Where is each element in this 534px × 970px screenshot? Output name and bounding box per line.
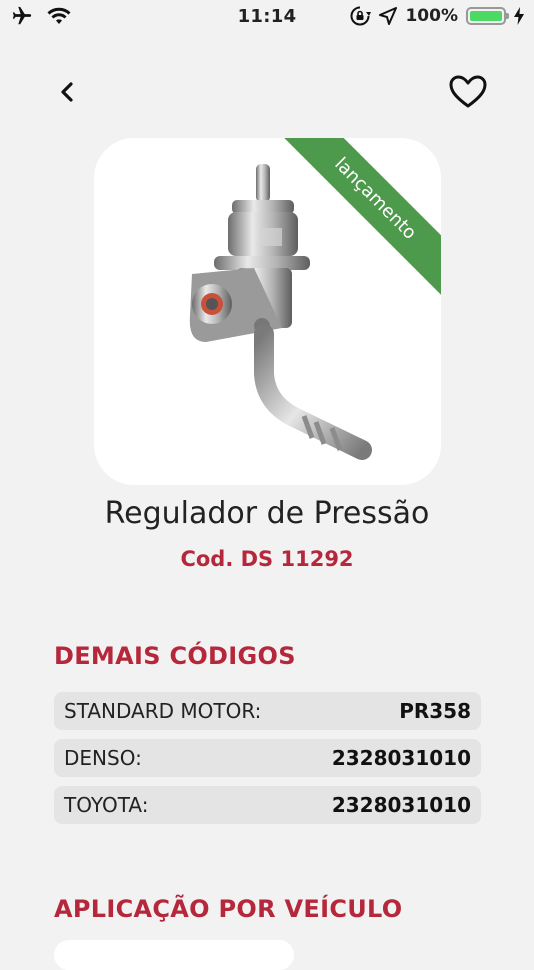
code-row-label: TOYOTA: [64, 793, 149, 817]
product-code: Cod. DS 11292 [180, 547, 354, 571]
chevron-left-icon [61, 82, 73, 102]
battery-percent: 100% [405, 6, 458, 26]
charging-icon [514, 7, 524, 25]
location-icon [379, 7, 398, 25]
code-row-denso: DENSO: 2328031010 [54, 739, 481, 777]
code-row-standard-motor: STANDARD MOTOR: PR358 [54, 692, 481, 730]
vehicle-application-title: APLICAÇÃO POR VEÍCULO [54, 895, 403, 923]
back-button[interactable] [52, 76, 84, 108]
other-codes-list: STANDARD MOTOR: PR358 DENSO: 2328031010 … [54, 692, 481, 833]
other-codes-title: DEMAIS CÓDIGOS [54, 642, 296, 670]
vehicle-application-card[interactable] [54, 940, 294, 970]
rotation-lock-icon [351, 6, 372, 26]
code-row-value: 2328031010 [331, 746, 471, 770]
status-right: 100% [349, 5, 524, 27]
code-row-value: PR358 [399, 699, 471, 723]
product-image-card: lançamento [94, 138, 441, 485]
status-bar: 11:14 100% [0, 0, 534, 36]
code-row-label: DENSO: [64, 746, 142, 770]
battery-icon [466, 7, 509, 25]
favorite-button[interactable] [448, 74, 488, 110]
product-title: Regulador de Pressão [104, 496, 430, 531]
battery-level [470, 11, 502, 21]
code-row-label: STANDARD MOTOR: [64, 699, 262, 723]
heart-outline-icon [449, 75, 487, 108]
code-row-toyota: TOYOTA: 2328031010 [54, 786, 481, 824]
code-row-value: 2328031010 [331, 793, 471, 817]
